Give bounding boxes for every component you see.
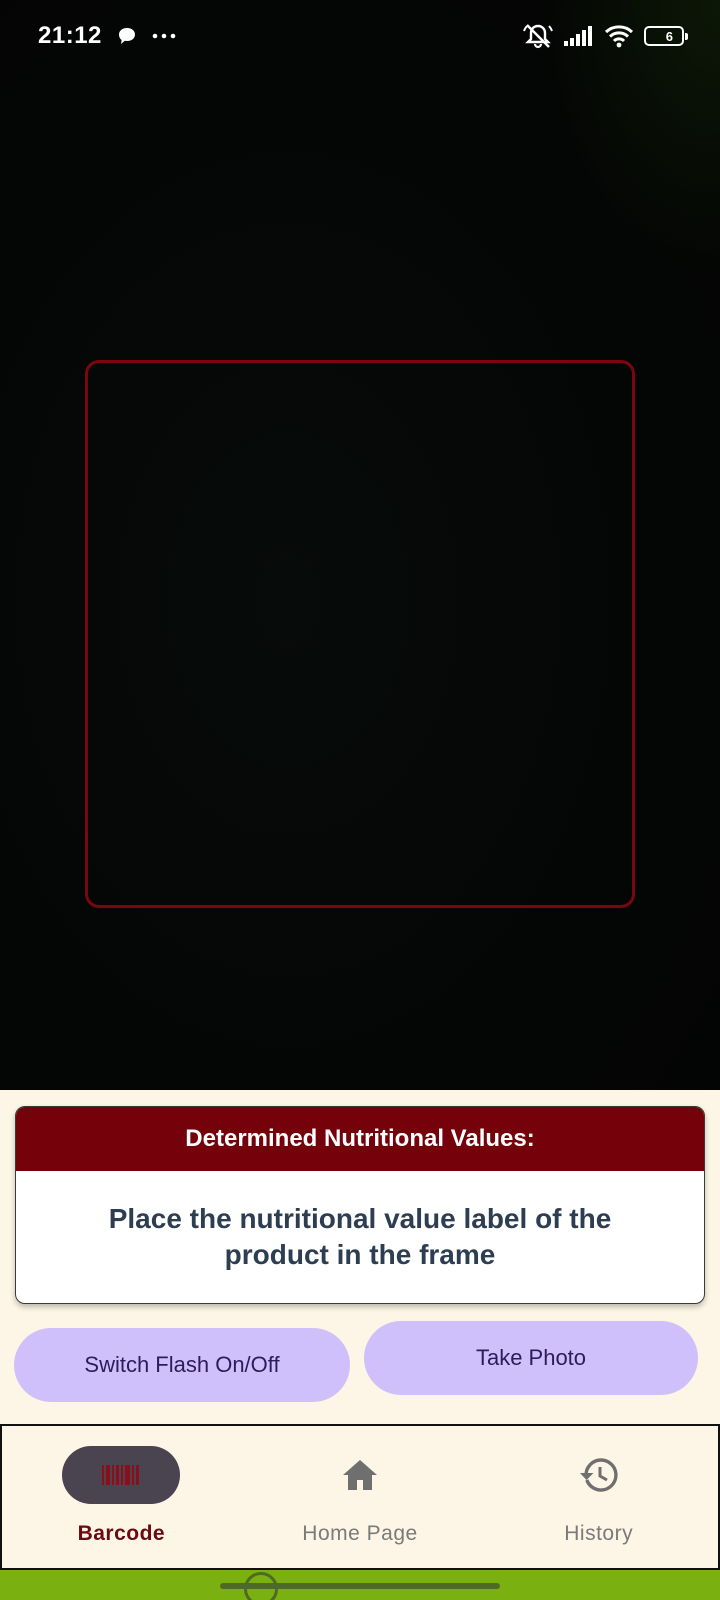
take-photo-button[interactable]: Take Photo [364, 1321, 698, 1395]
status-bar: 21:12 6 [0, 0, 720, 72]
nav-active-indicator [62, 1446, 181, 1504]
battery-icon: 6 [644, 26, 688, 46]
nav-icon-container [540, 1446, 658, 1504]
signal-icon [564, 26, 594, 46]
result-card-title: Determined Nutritional Values: [16, 1107, 704, 1171]
home-icon [341, 1458, 379, 1492]
status-time: 21:12 [38, 22, 102, 49]
result-card-message: Place the nutritional value label of the… [108, 1203, 612, 1270]
camera-preview [0, 0, 720, 1090]
chat-bubble-icon [116, 25, 138, 47]
result-card: Determined Nutritional Values: Place the… [15, 1106, 705, 1304]
barcode-icon [101, 1464, 141, 1486]
more-dots-icon [152, 32, 176, 40]
nav-label-home: Home Page [302, 1522, 418, 1545]
bottom-navigation: Barcode Home Page History [0, 1424, 720, 1570]
scan-frame [85, 360, 635, 908]
mute-icon [522, 23, 554, 49]
nav-label-barcode: Barcode [77, 1522, 166, 1545]
wifi-icon [604, 24, 634, 48]
nav-item-history[interactable]: History [479, 1426, 718, 1568]
gesture-handle[interactable] [220, 1583, 500, 1589]
nav-item-barcode[interactable]: Barcode [2, 1426, 241, 1568]
switch-flash-button[interactable]: Switch Flash On/Off [14, 1328, 350, 1402]
history-icon [579, 1457, 619, 1493]
battery-level: 6 [665, 28, 674, 44]
nav-item-home[interactable]: Home Page [241, 1426, 480, 1568]
nav-icon-container [301, 1446, 419, 1504]
gesture-navigation-area [0, 1570, 720, 1600]
nav-label-history: History [564, 1522, 634, 1545]
